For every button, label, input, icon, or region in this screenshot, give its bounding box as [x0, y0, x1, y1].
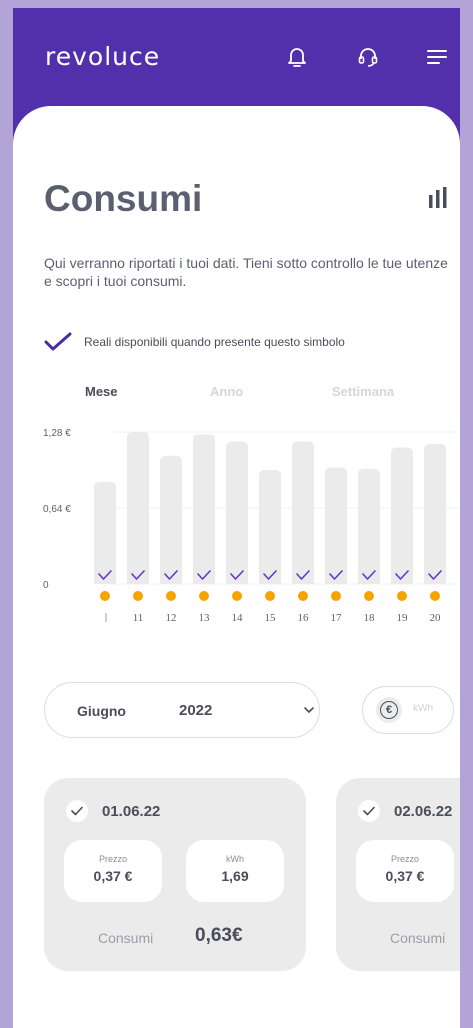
chart-bar [325, 467, 347, 584]
kwh-value: 1,69 [221, 868, 249, 884]
kwh-unit-option[interactable]: kWh [413, 703, 433, 714]
chart-bar [226, 441, 248, 584]
x-tick-label: 13 [199, 612, 211, 624]
check-icon [66, 800, 88, 822]
x-tick-label: 12 [166, 612, 177, 624]
month-year-selector[interactable]: Giugno 2022 [44, 682, 320, 738]
page-description: Qui verranno riportati i tuoi dati. Tien… [44, 255, 448, 289]
x-tick-label: 16 [298, 612, 310, 624]
total-value: 0,63€ [195, 925, 243, 946]
total-label: Consumi [98, 930, 154, 946]
data-point-dot [232, 591, 242, 601]
chart-bar [259, 470, 281, 584]
unit-toggle[interactable]: € kWh [362, 686, 454, 734]
bar-chart-icon[interactable] [428, 186, 450, 210]
chart-bar [358, 468, 380, 584]
day-date: 02.06.22 [394, 803, 453, 820]
price-box: Prezzo 0,37 € [356, 840, 454, 902]
price-label: Prezzo [390, 854, 419, 864]
menu-icon[interactable] [424, 44, 450, 70]
x-tick-label: 15 [265, 612, 277, 624]
euro-unit-option[interactable]: € [376, 697, 402, 723]
data-point-dot [298, 591, 308, 601]
tab-mese[interactable]: Mese [85, 384, 118, 399]
data-point-dot [430, 591, 440, 601]
data-point-dot [397, 591, 407, 601]
bell-icon[interactable] [284, 44, 310, 70]
day-card[interactable]: 01.06.22 Prezzo 0,37 € kWh 1,69 Consumi … [44, 778, 306, 971]
consumption-chart: 1,28 €0,64 €011121314151617181920 [13, 424, 460, 634]
price-value: 0,37 € [385, 868, 425, 884]
x-tick-label: 14 [232, 612, 244, 624]
data-point-dot [364, 591, 374, 601]
price-box: Prezzo 0,37 € [64, 840, 162, 902]
x-tick-label: 19 [397, 612, 409, 624]
chart-left-mask [13, 424, 108, 634]
selected-year: 2022 [179, 702, 213, 719]
legend-text: Reali disponibili quando presente questo… [84, 335, 345, 349]
app-header: revoluce [13, 8, 460, 118]
chart-bar [160, 455, 182, 584]
data-point-dot [166, 591, 176, 601]
data-point-dot [265, 591, 275, 601]
x-tick-label: 17 [331, 612, 343, 624]
euro-icon: € [380, 701, 398, 719]
chart-bar [424, 443, 446, 584]
day-card[interactable]: 02.06.22 Prezzo 0,37 € Consumi [336, 778, 460, 971]
headset-icon[interactable] [355, 44, 381, 70]
x-tick-label: 18 [364, 612, 376, 624]
chart-bar [127, 432, 149, 584]
app-screen: revoluce Consumi Qui verranno riportati … [13, 8, 460, 1028]
content-card: Consumi Qui verranno riportati i tuoi da… [13, 106, 460, 1028]
check-icon [44, 332, 72, 351]
kwh-label: kWh [226, 854, 244, 864]
chevron-down-icon [304, 707, 314, 713]
data-point-dot [199, 591, 209, 601]
kwh-box: kWh 1,69 [186, 840, 284, 902]
data-point-dot [331, 591, 341, 601]
tab-settimana[interactable]: Settimana [332, 384, 394, 399]
data-point-dot [133, 591, 143, 601]
day-date: 01.06.22 [102, 803, 161, 820]
chart-bar [391, 447, 413, 584]
selected-month: Giugno [77, 703, 126, 719]
price-label: Prezzo [98, 854, 127, 864]
x-tick-label: 11 [133, 612, 144, 624]
x-tick-label: 20 [430, 612, 442, 624]
check-icon [358, 800, 380, 822]
price-value: 0,37 € [93, 868, 133, 884]
total-label: Consumi [390, 930, 446, 946]
tab-anno[interactable]: Anno [210, 384, 243, 399]
brand-logo[interactable]: revoluce [45, 42, 160, 71]
page-title: Consumi [44, 178, 203, 219]
real-data-legend: Reali disponibili quando presente questo… [44, 332, 345, 352]
chart-bar [292, 441, 314, 584]
chart-bar [193, 434, 215, 584]
